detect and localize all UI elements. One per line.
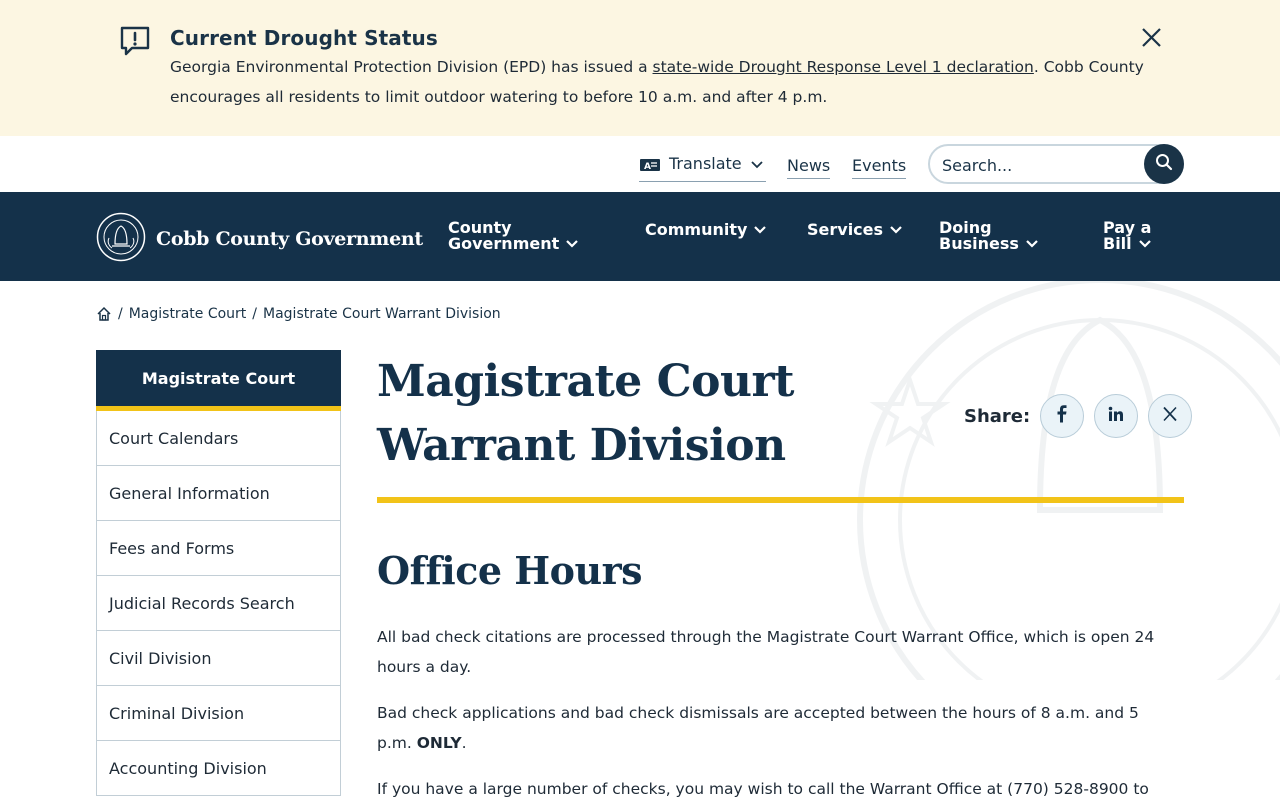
section-heading-office-hours: Office Hours [377,548,643,593]
search-icon [1155,153,1173,175]
translate-icon: A [639,154,661,177]
nav-label-line2-text: Government [448,234,560,253]
drought-declaration-link[interactable]: state-wide Drought Response Level 1 decl… [653,58,1034,76]
breadcrumb-separator: / [118,306,123,322]
svg-text:A: A [644,162,651,172]
search-input[interactable] [942,154,1132,176]
chevron-down-icon [1138,237,1152,253]
seal-watermark [850,277,1280,763]
events-link[interactable]: Events [852,156,907,179]
site-logo[interactable]: Cobb County Government [96,212,423,266]
nav-community[interactable]: Community [645,222,767,239]
sidebar-item-court-calendars[interactable]: Court Calendars [96,411,341,466]
translate-label: Translate [669,154,742,173]
nav-label-line2-text: Bill [1103,234,1132,253]
home-icon[interactable] [96,306,112,322]
main-navigation: Cobb County Government County Government… [0,192,1280,281]
utility-bar: A Translate News Events [0,136,1280,192]
translate-button[interactable]: A Translate [639,154,766,182]
share-linkedin-button[interactable] [1094,394,1139,438]
sidebar-item-judicial-records-search[interactable]: Judicial Records Search [96,576,341,631]
nav-label-line2: Bill [1103,236,1152,253]
linkedin-icon [1108,406,1124,426]
nav-county-government[interactable]: County Government [448,220,579,253]
breadcrumb-magistrate-court[interactable]: Magistrate Court [129,306,247,322]
nav-label-line2-text: Business [939,234,1019,253]
nav-label-line2: Government [448,236,579,253]
paragraph-text: Bad check applications and bad check dis… [377,704,1139,752]
alert-message-icon [118,24,152,58]
chevron-down-icon [753,223,767,239]
chevron-down-icon [565,237,579,253]
search-box [928,144,1184,184]
emphasis-only: ONLY [416,734,462,752]
title-divider [377,497,1184,503]
sidebar-item-accounting-division[interactable]: Accounting Division [96,741,341,796]
breadcrumb-current: Magistrate Court Warrant Division [263,306,501,322]
paragraph-text-end: . [461,734,467,752]
x-twitter-icon [1162,406,1178,426]
sidebar-item-civil-division[interactable]: Civil Division [96,631,341,686]
breadcrumb-separator: / [252,306,258,322]
chevron-down-icon [1025,237,1039,253]
nav-pay-a-bill[interactable]: Pay a Bill [1103,220,1152,253]
sidebar-item-fees-and-forms[interactable]: Fees and Forms [96,521,341,576]
logo-text: Cobb County Government [156,228,423,250]
chevron-down-icon [889,223,903,239]
county-seal-icon [96,212,146,266]
share-facebook-button[interactable] [1040,394,1085,438]
sidebar-item-general-information[interactable]: General Information [96,466,341,521]
sidebar-heading[interactable]: Magistrate Court [96,350,341,411]
alert-title: Current Drought Status [170,26,438,50]
facebook-icon [1056,405,1068,427]
drought-alert-banner: Current Drought Status Georgia Environme… [0,0,1280,136]
share-x-button[interactable] [1148,394,1193,438]
paragraph-office-hours: Bad check applications and bad check dis… [377,698,1177,758]
paragraph-large-number-checks: If you have a large number of checks, yo… [377,780,1149,798]
close-icon[interactable] [1138,24,1166,52]
alert-body: Georgia Environmental Protection Divisio… [170,52,1145,112]
nav-label-line2: Business [939,236,1039,253]
chevron-down-icon [750,154,764,175]
breadcrumb: / Magistrate Court / Magistrate Court Wa… [96,306,501,322]
share-bar: Share: [964,394,1193,438]
sidebar-item-criminal-division[interactable]: Criminal Division [96,686,341,741]
share-label: Share: [964,405,1031,427]
search-button[interactable] [1144,144,1184,184]
alert-text-before: Georgia Environmental Protection Divisio… [170,58,653,76]
sidebar-nav: Magistrate Court Court Calendars General… [96,350,341,796]
nav-doing-business[interactable]: Doing Business [939,220,1039,253]
news-link[interactable]: News [787,156,831,179]
nav-label: Community [645,220,748,239]
paragraph-bad-check-citations: All bad check citations are processed th… [377,628,1155,676]
page-title: Magistrate Court Warrant Division [377,356,794,471]
nav-services[interactable]: Services [807,222,903,239]
nav-label: Services [807,220,884,239]
